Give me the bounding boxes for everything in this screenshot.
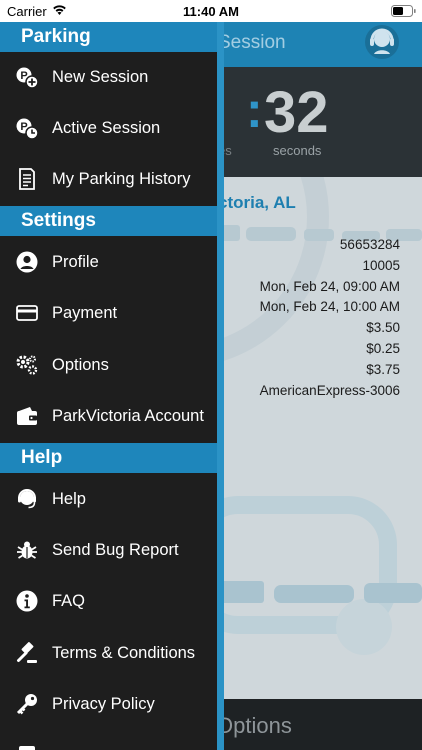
ticket-detail-value: $0.25 [366, 340, 400, 356]
menu-item-label: Privacy Policy [52, 695, 155, 713]
parking-ticket: ctoria, AL 56653284 10005 Mon, Feb 24, 0… [218, 177, 422, 699]
menu-item-partial[interactable] [0, 731, 217, 750]
menu-item-options[interactable]: Options [0, 340, 217, 391]
battery-icon [391, 5, 416, 17]
menu-item-label: New Session [52, 68, 149, 86]
ticket-detail-value: 10005 [362, 257, 400, 273]
zone-name: ctoria, AL [218, 193, 296, 212]
headset-icon [18, 489, 36, 509]
menu-item-label: FAQ [52, 592, 86, 610]
timer-seconds: 32 [264, 80, 329, 145]
info-icon [16, 590, 38, 612]
menu-item-new-session[interactable]: P New Session [0, 52, 217, 103]
section-header-settings: Settings [0, 206, 217, 236]
menu-item-label: Payment [52, 304, 118, 322]
menu-item-send-bug-report[interactable]: Send Bug Report [0, 525, 217, 576]
ticket-detail-value: Mon, Feb 24, 10:00 AM [259, 299, 400, 315]
ticket-detail-value: $3.50 [366, 320, 400, 336]
history-icon [19, 168, 35, 190]
menu-item-label: Help [52, 490, 86, 508]
key-icon [16, 694, 37, 715]
header-title: Session [218, 32, 286, 53]
menu-item-payment[interactable]: Payment [0, 288, 217, 339]
navigation-drawer: Parking P New Session P Active Session M… [0, 0, 217, 750]
status-bar: Carrier 11:40 AM [0, 0, 422, 22]
section-header-parking: Parking [0, 22, 217, 52]
wallet-icon [17, 407, 37, 425]
menu-item-label: Terms & Conditions [52, 644, 196, 662]
menu-item-label: My Parking History [52, 170, 191, 188]
active-session-icon: P [16, 118, 39, 140]
new-session-icon: P [16, 67, 39, 89]
ticket-detail-value: $3.75 [366, 361, 400, 377]
clock: 11:40 AM [183, 4, 239, 19]
ticket-detail-value: Mon, Feb 24, 09:00 AM [259, 278, 400, 294]
timer-seconds-label: seconds [273, 143, 322, 158]
support-agent-icon[interactable] [364, 24, 400, 62]
options-bar-label: Options [216, 713, 292, 738]
document-icon [19, 746, 35, 750]
gears-icon [16, 355, 38, 375]
menu-item-label: ParkVictoria Account [52, 407, 204, 425]
profile-icon [16, 251, 38, 273]
section-header-help: Help [0, 443, 217, 473]
menu-item-help[interactable]: Help [0, 474, 217, 525]
menu-item-label: Active Session [52, 119, 161, 137]
menu-item-parking-history[interactable]: My Parking History [0, 154, 217, 205]
ticket-detail-value: 56653284 [339, 237, 400, 252]
menu-item-privacy-policy[interactable]: Privacy Policy [0, 679, 217, 730]
menu-item-active-session[interactable]: P Active Session [0, 103, 217, 154]
menu-item-label: Profile [52, 253, 99, 271]
bug-icon [17, 541, 37, 559]
timer-colon: : [246, 82, 263, 138]
menu-item-profile[interactable]: Profile [0, 237, 217, 288]
gavel-icon [17, 642, 37, 663]
ticket-detail-value: AmericanExpress-3006 [259, 382, 400, 398]
drawer-edge [217, 18, 224, 750]
menu-item-label: Options [52, 356, 109, 374]
ticket-details: 56653284 10005 Mon, Feb 24, 09:00 AM Mon… [260, 235, 400, 401]
menu-item-faq[interactable]: FAQ [0, 576, 217, 627]
menu-item-terms-conditions[interactable]: Terms & Conditions [0, 628, 217, 679]
menu-item-parkvictoria-account[interactable]: ParkVictoria Account [0, 391, 217, 442]
menu-item-label: Send Bug Report [52, 541, 179, 559]
credit-card-icon [16, 305, 38, 321]
